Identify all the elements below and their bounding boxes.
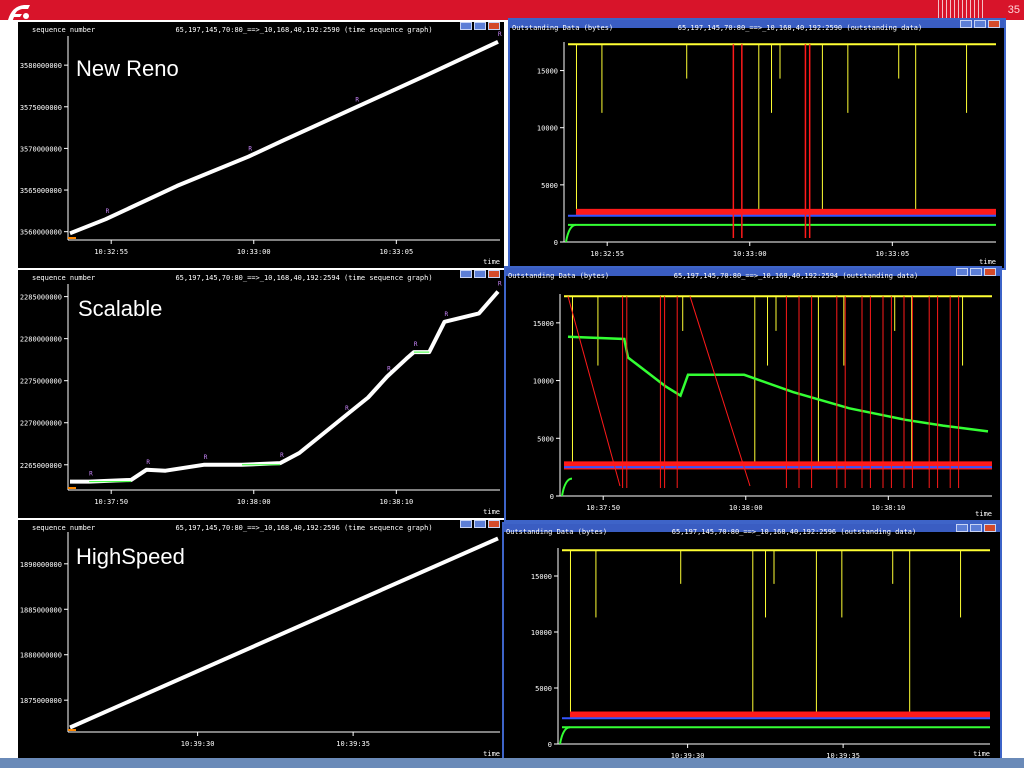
y-tick-label: 5000 bbox=[535, 685, 552, 693]
retransmit-marker: R bbox=[204, 454, 208, 461]
y-tick-label: 3560000000 bbox=[20, 229, 62, 237]
chart-svg: 65,197,145,70:80_==>_10,168,40,192:2594 … bbox=[508, 272, 992, 518]
x-tick-label: 10:39:30 bbox=[181, 740, 215, 748]
chart-title: 65,197,145,70:80_==>_10,168,40,192:2594 … bbox=[175, 274, 432, 282]
chart-panel-highspeed-outstanding: 65,197,145,70:80_==>_10,168,40,192:2596 … bbox=[502, 522, 1002, 762]
y-tick-label: 15000 bbox=[537, 68, 558, 76]
retransmit-marker: R bbox=[414, 341, 418, 348]
y-tick-label: 2270000000 bbox=[20, 420, 62, 428]
chart-svg: 65,197,145,70:80_==>_10,168,40,192:2590 … bbox=[512, 24, 996, 266]
chart-title: 65,197,145,70:80_==>_10,168,40,192:2590 … bbox=[175, 26, 432, 34]
y-axis-label: Outstanding Data (bytes) bbox=[512, 24, 613, 32]
y-tick-label: 3575000000 bbox=[20, 104, 62, 112]
retransmit-marker: R bbox=[498, 31, 502, 38]
y-tick-label: 1875000000 bbox=[20, 697, 62, 705]
retransmit-marker: R bbox=[146, 459, 150, 466]
y-tick-label: 15000 bbox=[533, 320, 554, 328]
chart-title: 65,197,145,70:80_==>_10,168,40,192:2594 … bbox=[674, 272, 918, 280]
x-tick-label: 10:32:55 bbox=[590, 250, 624, 258]
y-tick-label: 0 bbox=[554, 239, 558, 247]
chart-title: 65,197,145,70:80_==>_10,168,40,192:2590 … bbox=[678, 24, 922, 32]
x-tick-label: 10:32:55 bbox=[94, 248, 128, 256]
green-startup bbox=[559, 726, 571, 745]
y-tick-label: 10000 bbox=[531, 629, 552, 637]
x-axis-label: time bbox=[975, 510, 992, 518]
chart-panel-highspeed-seq: 65,197,145,70:80_==>_10,168,40,192:2596 … bbox=[18, 520, 504, 760]
y-tick-label: 0 bbox=[550, 493, 554, 501]
y-tick-label: 3580000000 bbox=[20, 62, 62, 70]
retransmit-marker: R bbox=[280, 452, 284, 459]
red-diagonal bbox=[567, 296, 621, 487]
retransmit-marker: R bbox=[248, 146, 252, 153]
y-axis-label: Outstanding Data (bytes) bbox=[508, 272, 609, 280]
chart-panel-scalable-outstanding: 65,197,145,70:80_==>_10,168,40,192:2594 … bbox=[504, 266, 1002, 522]
retransmit-marker: R bbox=[106, 208, 110, 215]
y-tick-label: 1880000000 bbox=[20, 652, 62, 660]
chart-panel-newreno-outstanding: 65,197,145,70:80_==>_10,168,40,192:2590 … bbox=[508, 18, 1006, 270]
y-tick-label: 1885000000 bbox=[20, 606, 62, 614]
x-axis-label: time bbox=[483, 258, 500, 266]
retransmit-marker: R bbox=[387, 365, 391, 372]
retransmit-marker: R bbox=[89, 471, 93, 478]
x-axis-label: time bbox=[973, 750, 990, 758]
x-tick-label: 10:33:05 bbox=[379, 248, 413, 256]
retransmit-marker: R bbox=[355, 97, 359, 104]
green-startup bbox=[561, 477, 573, 497]
y-tick-label: 15000 bbox=[531, 573, 552, 581]
x-axis-label: time bbox=[483, 508, 500, 516]
chart-svg: 65,197,145,70:80_==>_10,168,40,192:2596 … bbox=[506, 528, 990, 760]
retransmit-marker: R bbox=[498, 281, 502, 288]
header-stripes bbox=[938, 0, 984, 20]
logo-icon bbox=[8, 5, 30, 22]
x-tick-label: 10:39:35 bbox=[336, 740, 370, 748]
red-band bbox=[570, 711, 990, 719]
y-tick-label: 3570000000 bbox=[20, 145, 62, 153]
y-tick-label: 5000 bbox=[537, 435, 554, 443]
red-diagonal bbox=[689, 296, 751, 487]
x-tick-label: 10:37:50 bbox=[586, 504, 620, 512]
y-axis-label: Outstanding Data (bytes) bbox=[506, 528, 607, 536]
slide-footer-bar bbox=[0, 758, 1024, 768]
y-tick-label: 10000 bbox=[533, 378, 554, 386]
y-axis-label: sequence number bbox=[32, 26, 95, 34]
x-tick-label: 10:38:00 bbox=[237, 498, 271, 506]
x-tick-label: 10:38:10 bbox=[871, 504, 905, 512]
y-tick-label: 0 bbox=[548, 741, 552, 749]
y-tick-label: 2280000000 bbox=[20, 336, 62, 344]
chart-panel-scalable-seq: 65,197,145,70:80_==>_10,168,40,192:2594 … bbox=[18, 270, 504, 518]
algorithm-label: HighSpeed bbox=[76, 544, 185, 569]
x-tick-label: 10:37:50 bbox=[94, 498, 128, 506]
x-tick-label: 10:38:10 bbox=[379, 498, 413, 506]
chart-title: 65,197,145,70:80_==>_10,168,40,192:2596 … bbox=[175, 524, 432, 532]
chart-title: 65,197,145,70:80_==>_10,168,40,192:2596 … bbox=[672, 528, 916, 536]
x-axis-label: time bbox=[979, 258, 996, 266]
x-tick-label: 10:33:05 bbox=[875, 250, 909, 258]
y-tick-label: 1890000000 bbox=[20, 561, 62, 569]
red-band bbox=[564, 461, 992, 470]
algorithm-label: Scalable bbox=[78, 296, 163, 321]
y-tick-label: 2265000000 bbox=[20, 462, 62, 470]
y-axis-label: sequence number bbox=[32, 274, 95, 282]
green-line bbox=[567, 335, 989, 433]
retransmit-marker: R bbox=[445, 311, 449, 318]
y-tick-label: 10000 bbox=[537, 125, 558, 133]
chart-panel-newreno-seq: 65,197,145,70:80_==>_10,168,40,192:2590 … bbox=[18, 22, 504, 268]
green-startup bbox=[565, 223, 577, 243]
red-band bbox=[576, 208, 996, 216]
page-number: 35 bbox=[1007, 4, 1020, 16]
x-tick-label: 10:38:00 bbox=[729, 504, 763, 512]
slide-header-bar: 35 bbox=[0, 0, 1024, 20]
y-tick-label: 2285000000 bbox=[20, 294, 62, 302]
retransmit-marker: R bbox=[345, 405, 349, 412]
y-tick-label: 2275000000 bbox=[20, 378, 62, 386]
x-tick-label: 10:33:00 bbox=[733, 250, 767, 258]
y-axis-label: sequence number bbox=[32, 524, 95, 532]
y-tick-label: 5000 bbox=[541, 182, 558, 190]
x-axis-label: time bbox=[483, 750, 500, 758]
y-tick-label: 3565000000 bbox=[20, 187, 62, 195]
x-tick-label: 10:33:00 bbox=[237, 248, 271, 256]
algorithm-label: New Reno bbox=[76, 56, 179, 81]
